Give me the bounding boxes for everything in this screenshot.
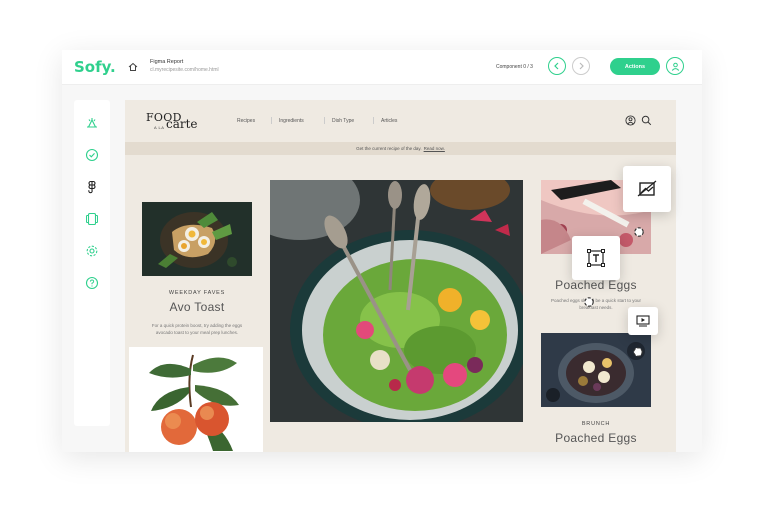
drag-handle-icon[interactable] — [632, 346, 644, 358]
account-icon[interactable] — [625, 115, 636, 126]
chevron-left-icon — [554, 62, 559, 70]
right-top-card-title[interactable]: Poached Eggs — [541, 278, 651, 292]
nav-divider — [373, 117, 374, 124]
help-icon[interactable] — [85, 276, 99, 290]
avo-toast-image[interactable] — [142, 202, 252, 276]
peach-drawing — [129, 347, 263, 452]
settings-icon[interactable] — [85, 244, 99, 258]
image-compare-icon — [637, 180, 657, 197]
sofy-logo: Sofy. — [74, 58, 116, 76]
brand-carte: carte — [166, 117, 198, 131]
site-header: FOOD A LA carte Recipes Ingredients Dish… — [125, 100, 676, 142]
brunch-photo — [541, 333, 651, 407]
component-counter: Component 0 / 3 — [496, 64, 533, 70]
video-tool-icon — [636, 315, 650, 327]
right-bottom-card-category: BRUNCH — [581, 421, 611, 427]
left-card-description: For a quick protein boost, try adding th… — [151, 323, 243, 335]
search-icon[interactable] — [641, 115, 652, 126]
promo-text: Get the current recipe of the day. — [356, 146, 422, 151]
figma-icon[interactable] — [85, 180, 99, 194]
peach-illustration[interactable] — [129, 347, 263, 452]
salad-photo — [270, 180, 523, 422]
hero-salad-image[interactable] — [270, 180, 523, 422]
report-title: Figma Report — [150, 59, 184, 65]
promo-bar: Get the current recipe of the day. Read … — [125, 142, 676, 155]
next-button[interactable] — [572, 57, 590, 75]
home-icon[interactable] — [128, 62, 138, 72]
drag-handle-icon[interactable] — [633, 226, 645, 238]
previous-button[interactable] — [548, 57, 566, 75]
nav-ingredients[interactable]: Ingredients — [279, 118, 304, 124]
left-card-category: WEEKDAY FAVES — [168, 290, 226, 296]
devices-icon[interactable] — [85, 212, 99, 226]
nav-divider — [324, 117, 325, 124]
text-tool-icon — [587, 249, 605, 267]
actions-button[interactable]: Actions — [610, 58, 660, 75]
drag-handle-icon[interactable] — [583, 296, 595, 308]
chevron-right-icon — [579, 62, 584, 70]
top-bar: Sofy. Figma Report cl.myrecipesite.com/h… — [62, 50, 702, 85]
user-button[interactable] — [666, 57, 684, 75]
brand-ala: A LA — [154, 125, 165, 130]
nav-dish-type[interactable]: Dish Type — [332, 118, 354, 124]
nav-divider — [271, 117, 272, 124]
left-card-title[interactable]: Avo Toast — [142, 300, 252, 314]
sidebar — [74, 100, 110, 426]
avo-toast-photo — [142, 202, 252, 276]
video-tool[interactable] — [628, 307, 658, 335]
text-tool[interactable] — [572, 236, 620, 280]
poached-eggs-image-bottom[interactable] — [541, 333, 651, 407]
user-icon — [671, 62, 679, 71]
report-path: cl.myrecipesite.com/home.html — [150, 67, 219, 73]
image-compare-tool[interactable] — [623, 166, 671, 212]
nav-articles[interactable]: Articles — [381, 118, 397, 124]
right-bottom-card-title[interactable]: Poached Eggs — [541, 431, 651, 445]
app-icon[interactable] — [85, 116, 99, 130]
nav-recipes[interactable]: Recipes — [237, 118, 255, 124]
promo-link[interactable]: Read now. — [424, 146, 445, 151]
check-circle-icon[interactable] — [85, 148, 99, 162]
